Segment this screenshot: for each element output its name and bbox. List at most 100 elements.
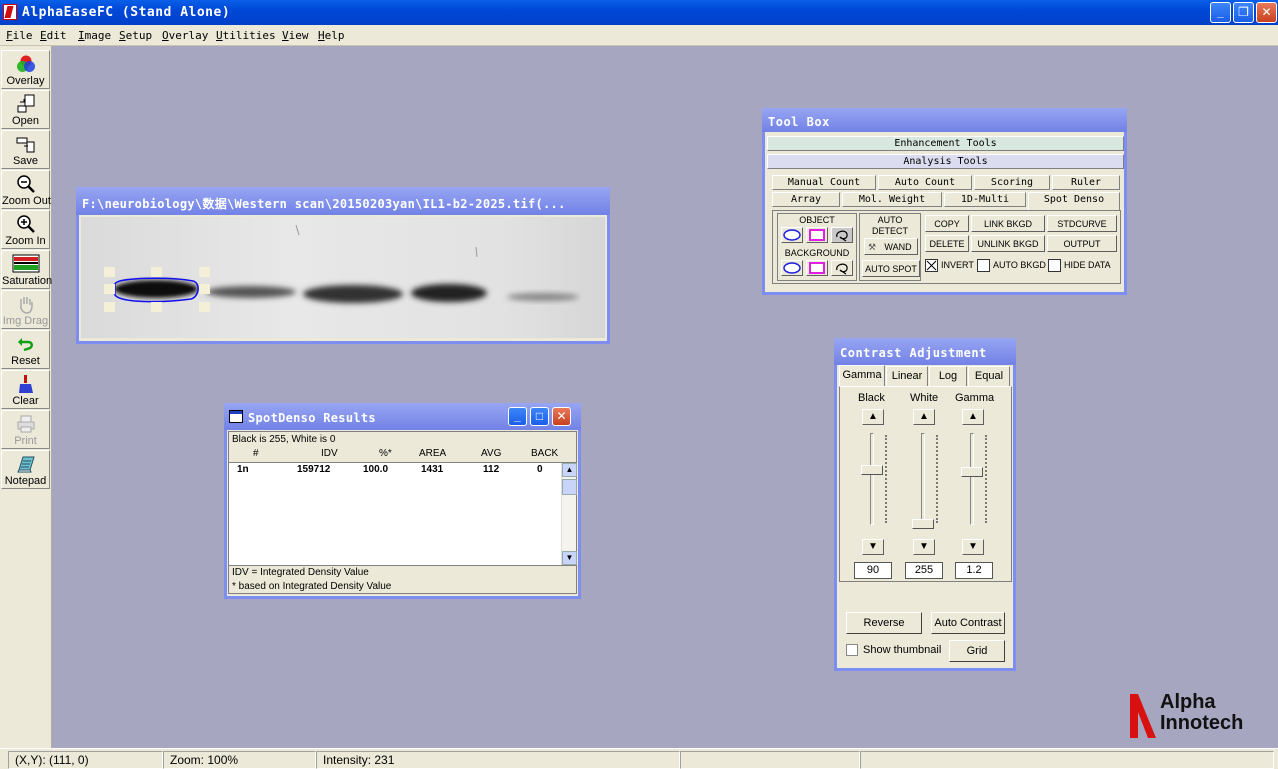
status-bar: (X,Y): (111, 0) Zoom: 100% Intensity: 23…	[0, 748, 1278, 769]
menu-file[interactable]: File	[4, 29, 35, 42]
results-minimize-button[interactable]: _	[508, 407, 527, 426]
analysis-tools-tab[interactable]: Analysis Tools	[767, 154, 1124, 169]
gamma-slider-thumb[interactable]	[961, 467, 983, 477]
results-title: SpotDenso Results	[248, 411, 376, 425]
logo-line-1: Alpha	[1160, 691, 1216, 713]
tab-ruler[interactable]: Ruler	[1052, 175, 1120, 190]
object-rectangle-button[interactable]	[806, 227, 828, 243]
auto-bkgd-checkbox[interactable]	[977, 259, 990, 272]
white-value-field[interactable]: 255	[905, 562, 943, 579]
overlay-icon	[17, 55, 35, 72]
alpha-innotech-logo: Alpha Innotech	[1130, 692, 1270, 740]
saturation-tool-button[interactable]: Saturation	[1, 250, 52, 289]
tab-log[interactable]: Log	[929, 366, 967, 386]
zoom-out-tool-button[interactable]: Zoom Out	[1, 170, 51, 209]
minimize-button[interactable]: _	[1210, 2, 1231, 23]
western-blot-image[interactable]	[81, 217, 605, 338]
delete-button[interactable]: DELETE	[925, 235, 969, 252]
show-thumbnail-checkbox[interactable]	[846, 644, 858, 656]
results-scrollbar[interactable]: ▲ ▼	[561, 463, 577, 565]
wand-label: WAND	[884, 242, 912, 252]
object-freehand-button[interactable]	[831, 227, 853, 243]
white-up-button[interactable]: ▲	[913, 409, 935, 425]
row-percent: 100.0	[363, 464, 389, 475]
contrast-title-bar[interactable]: Contrast Adjustment	[834, 338, 1016, 365]
tab-equal[interactable]: Equal	[968, 366, 1010, 386]
logo-text: Alpha Innotech	[1160, 692, 1243, 734]
reverse-button[interactable]: Reverse	[846, 612, 922, 634]
background-freehand-button[interactable]	[831, 260, 853, 276]
menu-help[interactable]: Help	[316, 29, 347, 42]
gamma-down-button[interactable]: ▼	[962, 539, 984, 555]
menu-bar: File Edit Image Setup Overlay Utilities …	[0, 25, 1278, 46]
image-window-title-bar[interactable]: F:\neurobiology\数据\Western scan\20150203…	[76, 187, 610, 215]
zoom-in-tool-button[interactable]: Zoom In	[1, 210, 50, 249]
menu-edit[interactable]: Edit	[38, 29, 69, 42]
toolbox-window: Tool Box Enhancement Tools Analysis Tool…	[762, 108, 1127, 295]
scroll-down-button[interactable]: ▼	[562, 551, 577, 565]
notepad-tool-button[interactable]: Notepad	[1, 450, 50, 489]
clear-tool-button[interactable]: Clear	[1, 370, 50, 409]
stdcurve-button[interactable]: STDCURVE	[1047, 215, 1117, 232]
overlay-tool-button[interactable]: Overlay	[1, 50, 50, 89]
freehand-icon	[836, 230, 848, 242]
auto-contrast-button[interactable]: Auto Contrast	[931, 612, 1005, 634]
tab-linear[interactable]: Linear	[886, 366, 928, 386]
enhancement-tools-tab[interactable]: Enhancement Tools	[767, 136, 1124, 151]
grid-button[interactable]: Grid	[949, 640, 1005, 662]
white-slider-track[interactable]	[921, 433, 925, 525]
img-drag-tool-button[interactable]: Img Drag	[1, 290, 50, 329]
gamma-value-field[interactable]: 1.2	[955, 562, 993, 579]
open-tool-button[interactable]: Open	[1, 90, 50, 129]
toolbox-title-bar[interactable]: Tool Box	[762, 108, 1127, 132]
white-down-button[interactable]: ▼	[913, 539, 935, 555]
scroll-thumb[interactable]	[562, 479, 577, 495]
output-button[interactable]: OUTPUT	[1047, 235, 1117, 252]
black-down-button[interactable]: ▼	[862, 539, 884, 555]
row-back: 0	[537, 464, 543, 475]
print-tool-button[interactable]: Print	[1, 410, 50, 449]
menu-view[interactable]: View	[280, 29, 311, 42]
reset-tool-button[interactable]: Reset	[1, 330, 50, 369]
invert-checkbox[interactable]	[925, 259, 938, 272]
black-slider-thumb[interactable]	[861, 465, 883, 475]
menu-image[interactable]: Image	[76, 29, 113, 42]
tab-gamma[interactable]: Gamma	[839, 365, 885, 386]
tab-manual-count[interactable]: Manual Count	[772, 175, 876, 190]
menu-utilities[interactable]: Utilities	[214, 29, 278, 42]
tab-spot-denso[interactable]: Spot Denso	[1028, 192, 1120, 210]
black-value-field[interactable]: 90	[854, 562, 892, 579]
tab-1d-multi[interactable]: 1D-Multi	[944, 192, 1026, 207]
link-bkgd-button[interactable]: LINK BKGD	[971, 215, 1045, 232]
tab-scoring[interactable]: Scoring	[974, 175, 1050, 190]
wand-button[interactable]: ⚒ WAND	[864, 238, 918, 255]
background-ellipse-button[interactable]	[781, 260, 803, 276]
tab-mol-weight[interactable]: Mol. Weight	[842, 192, 942, 207]
auto-spot-button[interactable]: AUTO SPOT	[862, 260, 920, 277]
results-title-bar[interactable]: SpotDenso Results _ □ ✕	[224, 403, 581, 430]
menu-setup[interactable]: Setup	[117, 29, 154, 42]
close-button[interactable]: ✕	[1256, 2, 1277, 23]
black-up-button[interactable]: ▲	[862, 409, 884, 425]
band-2	[206, 286, 296, 298]
object-ellipse-button[interactable]	[781, 227, 803, 243]
tab-auto-count[interactable]: Auto Count	[878, 175, 972, 190]
results-close-button[interactable]: ✕	[552, 407, 571, 426]
hide-data-checkbox[interactable]	[1048, 259, 1061, 272]
copy-button[interactable]: COPY	[925, 215, 969, 232]
white-slider-thumb[interactable]	[912, 519, 934, 529]
gamma-slider-track[interactable]	[970, 433, 974, 525]
black-slider-track[interactable]	[870, 433, 874, 525]
show-thumbnail-label: Show thumbnail	[863, 644, 942, 656]
ellipse-icon	[783, 229, 801, 241]
menu-overlay[interactable]: Overlay	[160, 29, 210, 42]
save-tool-button[interactable]: Save	[1, 130, 50, 169]
results-maximize-button[interactable]: □	[530, 407, 549, 426]
gamma-up-button[interactable]: ▲	[962, 409, 984, 425]
unlink-bkgd-button[interactable]: UNLINK BKGD	[971, 235, 1045, 252]
background-rectangle-button[interactable]	[806, 260, 828, 276]
rectangle-icon	[809, 229, 825, 241]
maximize-button[interactable]: ❐	[1233, 2, 1254, 23]
scroll-up-button[interactable]: ▲	[562, 463, 577, 477]
tab-array[interactable]: Array	[772, 192, 840, 207]
